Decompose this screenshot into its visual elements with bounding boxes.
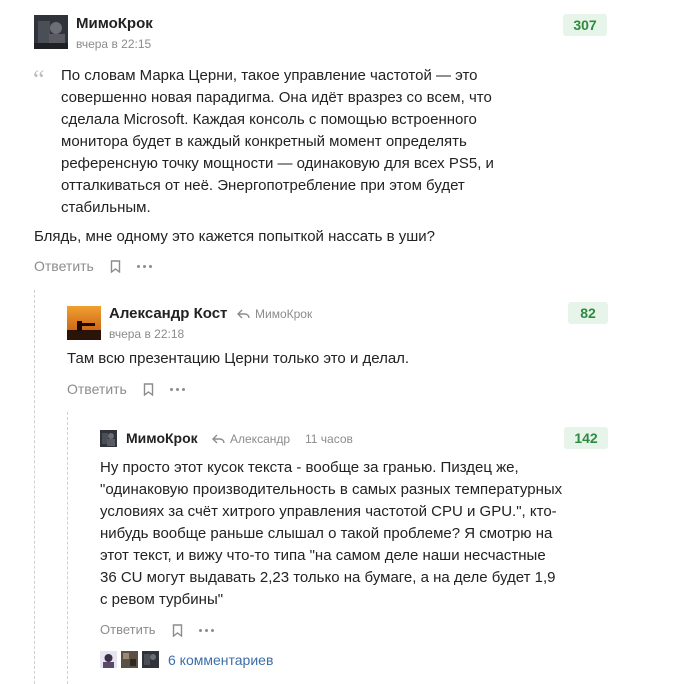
score-badge: 307 (563, 14, 607, 36)
timestamp[interactable]: 11 часов (305, 432, 353, 446)
avatar-image (34, 15, 68, 49)
reply-to[interactable]: МимоКрок (237, 307, 312, 321)
more-icon[interactable] (170, 388, 185, 391)
timestamp[interactable]: вчера в 22:15 (76, 37, 151, 51)
bookmark-icon[interactable] (143, 383, 154, 401)
avatar[interactable] (34, 15, 68, 49)
more-icon[interactable] (199, 629, 214, 632)
avatar[interactable] (67, 306, 101, 340)
reply-button[interactable]: Ответить (67, 381, 127, 397)
comment-text: Ну просто этот кусок текста - вообще за … (100, 459, 563, 608)
comment-text: Там всю презентацию Церни только это и д… (67, 350, 410, 367)
author-name[interactable]: МимоКрок (76, 15, 153, 32)
avatar (121, 651, 138, 668)
bookmark-icon[interactable] (172, 624, 183, 642)
bookmark-icon[interactable] (110, 260, 121, 278)
reply-to-name: Александр (230, 432, 291, 446)
score-badge: 142 (564, 427, 608, 449)
thread-line[interactable] (67, 412, 68, 684)
reply-to[interactable]: Александр (212, 432, 290, 446)
reply-button[interactable]: Ответить (34, 258, 94, 274)
timestamp[interactable]: вчера в 22:18 (109, 327, 184, 341)
reply-arrow-icon (212, 434, 225, 444)
avatar (100, 651, 117, 668)
comment-text: Блядь, мне одному это кажется попыткой н… (34, 228, 435, 245)
more-comments-link[interactable]: 6 комментариев (168, 652, 273, 668)
reply-button[interactable]: Ответить (100, 622, 156, 637)
avatar[interactable] (100, 430, 117, 447)
avatar (142, 651, 159, 668)
quote-icon: “ (33, 65, 45, 94)
avatar-image (100, 430, 117, 447)
more-icon[interactable] (137, 265, 152, 268)
quote-text: По словам Марка Церни, такое управление … (61, 67, 494, 216)
reply-to-name: МимоКрок (255, 307, 313, 321)
reply-arrow-icon (237, 309, 250, 319)
thread-line[interactable] (34, 290, 35, 684)
replies-avatars[interactable] (100, 651, 159, 668)
author-name[interactable]: МимоКрок (126, 430, 198, 446)
avatar-image (67, 306, 101, 340)
score-badge: 82 (568, 302, 608, 324)
author-name[interactable]: Александр Кост (109, 305, 227, 322)
